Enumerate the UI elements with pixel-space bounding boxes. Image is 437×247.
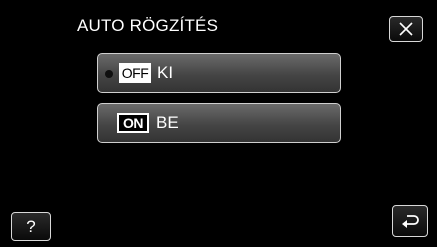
close-icon [399,22,413,36]
option-off-button[interactable]: OFF KI [97,53,341,93]
close-button[interactable] [389,16,423,42]
selected-indicator [105,70,113,78]
option-off-label: KI [157,63,174,82]
help-icon: ? [26,216,36,236]
option-on-button[interactable]: ON BE [97,103,341,143]
off-badge: OFF [119,63,151,83]
help-button[interactable]: ? [11,212,51,241]
back-button[interactable] [392,205,428,237]
return-arrow-icon [402,215,419,228]
option-on-label: BE [156,113,179,132]
on-badge: ON [117,113,149,133]
page-title: AUTO RÖGZÍTÉS [77,16,219,35]
